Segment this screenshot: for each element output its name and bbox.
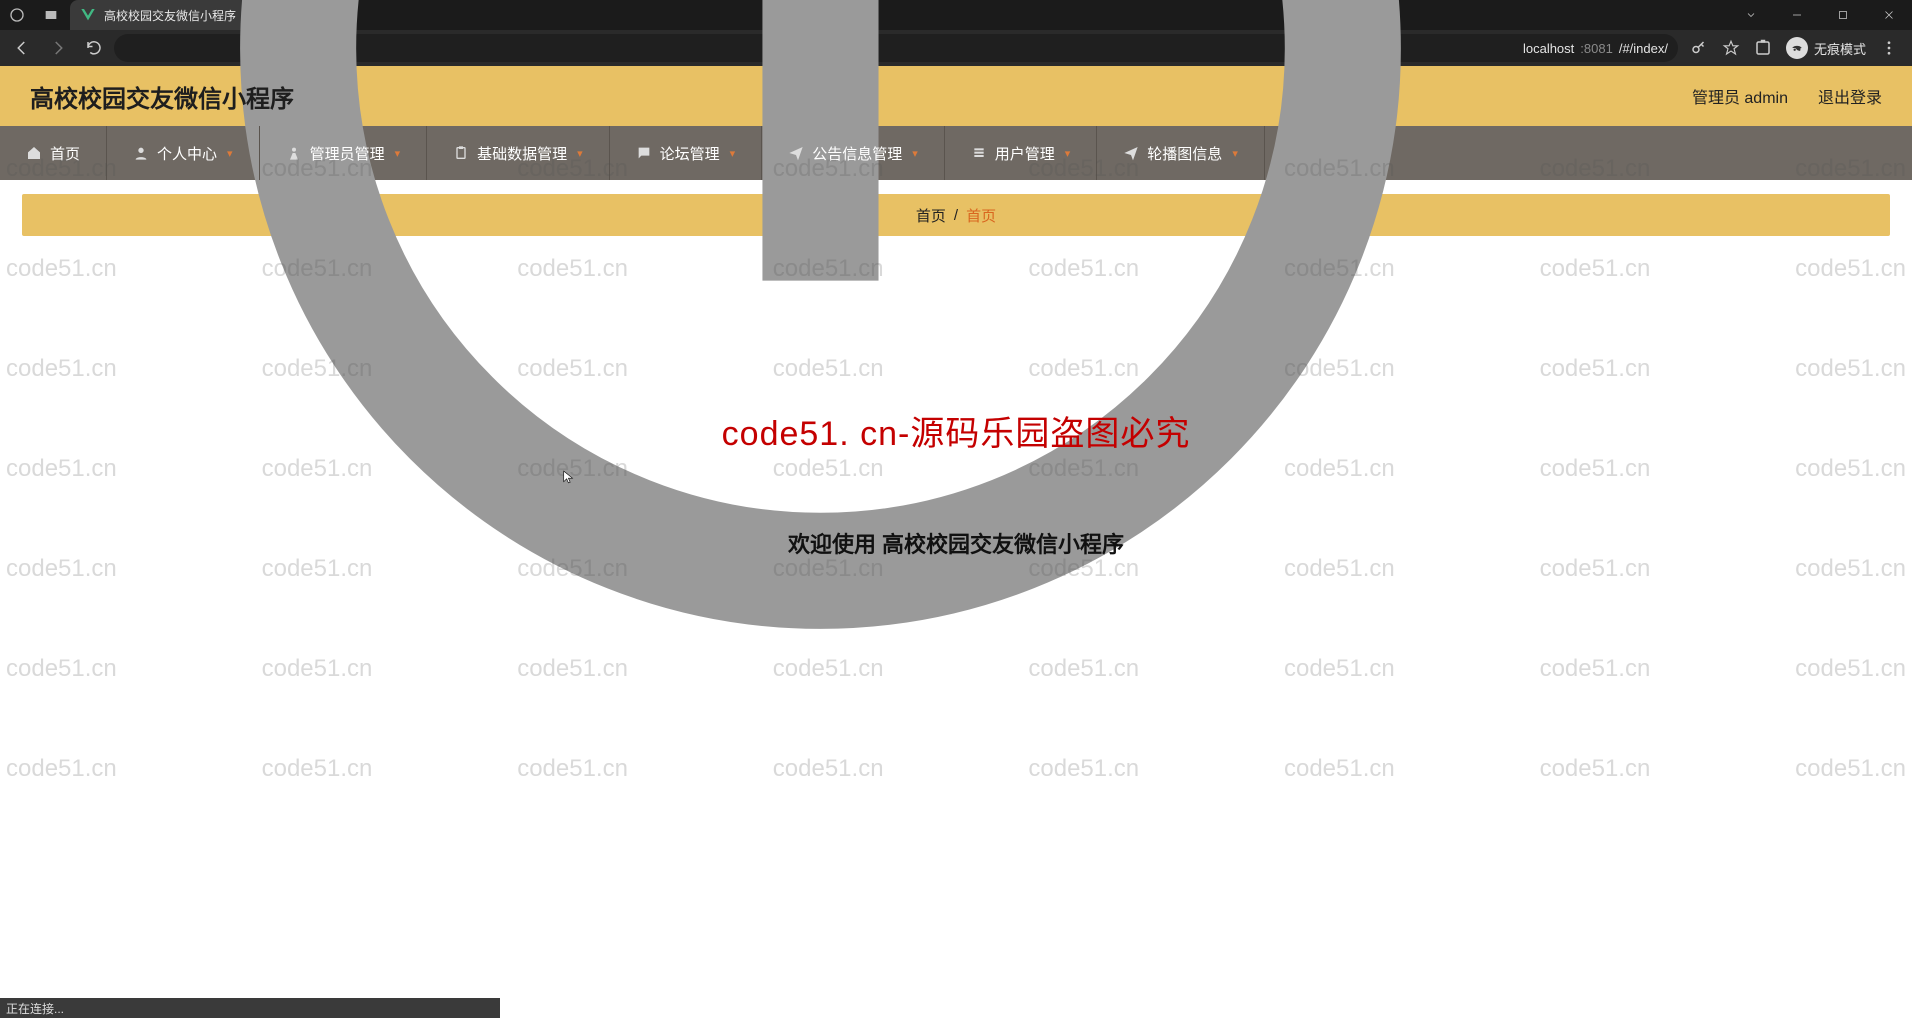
forward-button[interactable] [42,32,74,64]
chevron-down-icon: ▾ [577,147,583,160]
clipboard-icon [453,145,469,161]
vue-favicon-icon [80,7,96,23]
minimize-button[interactable] [1774,0,1820,30]
menu-carousel[interactable]: 轮播图信息 ▾ [1097,126,1265,180]
reload-button[interactable] [78,32,110,64]
menu-basedata[interactable]: 基础数据管理 ▾ [427,126,610,180]
chevron-down-icon: ▾ [730,147,736,160]
chevron-down-icon: ▾ [395,147,401,160]
menu-label: 轮播图信息 [1147,143,1222,164]
incognito-indicator[interactable]: 无痕模式 [1786,37,1866,59]
browser-status-bar: 正在连接... [0,998,500,1018]
menu-profile[interactable]: 个人中心 ▾ [107,126,260,180]
user-icon [133,145,149,161]
chevron-down-icon: ▾ [227,147,233,160]
menu-label: 个人中心 [157,143,217,164]
menu-label: 公告信息管理 [812,143,902,164]
app-icon [0,0,34,30]
caret-down-icon[interactable] [1728,0,1774,30]
menu-home[interactable]: 首页 [0,126,107,180]
menu-label: 论坛管理 [660,143,720,164]
menu-notice[interactable]: 公告信息管理 ▾ [762,126,945,180]
chat-icon [636,145,652,161]
key-icon[interactable] [1690,39,1708,57]
menu-label: 基础数据管理 [477,143,567,164]
menu-admin[interactable]: 管理员管理 ▾ [260,126,428,180]
url-port: :8081 [1580,41,1613,56]
window-icon [34,0,68,30]
menu-label: 用户管理 [995,143,1055,164]
list-icon [971,145,987,161]
kebab-menu-icon[interactable] [1880,39,1898,57]
logout-link[interactable]: 退出登录 [1818,84,1882,108]
app-title: 高校校园交友微信小程序 [30,79,294,114]
bookmark-star-icon[interactable] [1722,39,1740,57]
main-menu: 首页 个人中心 ▾ 管理员管理 ▾ 基础数据管理 ▾ 论坛管理 ▾ 公告信息管理 ▾ 用户… [0,126,1912,180]
menu-users[interactable]: 用户管理 ▾ [945,126,1098,180]
browser-toolbar: localhost :8081 /#/index/ 无痕模式 [0,30,1912,66]
breadcrumb-current: 首页 [966,205,996,226]
info-icon [124,0,1517,744]
back-button[interactable] [6,32,38,64]
url-host: localhost [1523,41,1574,56]
send-icon [1123,145,1139,161]
home-icon [26,145,42,161]
menu-forum[interactable]: 论坛管理 ▾ [610,126,763,180]
chevron-down-icon: ▾ [912,147,918,160]
breadcrumb-root[interactable]: 首页 [916,205,946,226]
incognito-label: 无痕模式 [1814,39,1866,58]
user-tie-icon [286,145,302,161]
maximize-button[interactable] [1820,0,1866,30]
admin-label[interactable]: 管理员 admin [1692,84,1788,108]
url-path: /#/index/ [1619,41,1668,56]
send-icon [788,145,804,161]
address-bar[interactable]: localhost :8081 /#/index/ [114,34,1678,62]
chevron-down-icon: ▾ [1065,147,1071,160]
chevron-down-icon: ▾ [1232,147,1238,160]
incognito-icon [1786,37,1808,59]
close-window-button[interactable] [1866,0,1912,30]
extensions-icon[interactable] [1754,39,1772,57]
menu-label: 管理员管理 [310,143,385,164]
breadcrumb-separator: / [954,207,958,224]
menu-label: 首页 [50,143,80,164]
